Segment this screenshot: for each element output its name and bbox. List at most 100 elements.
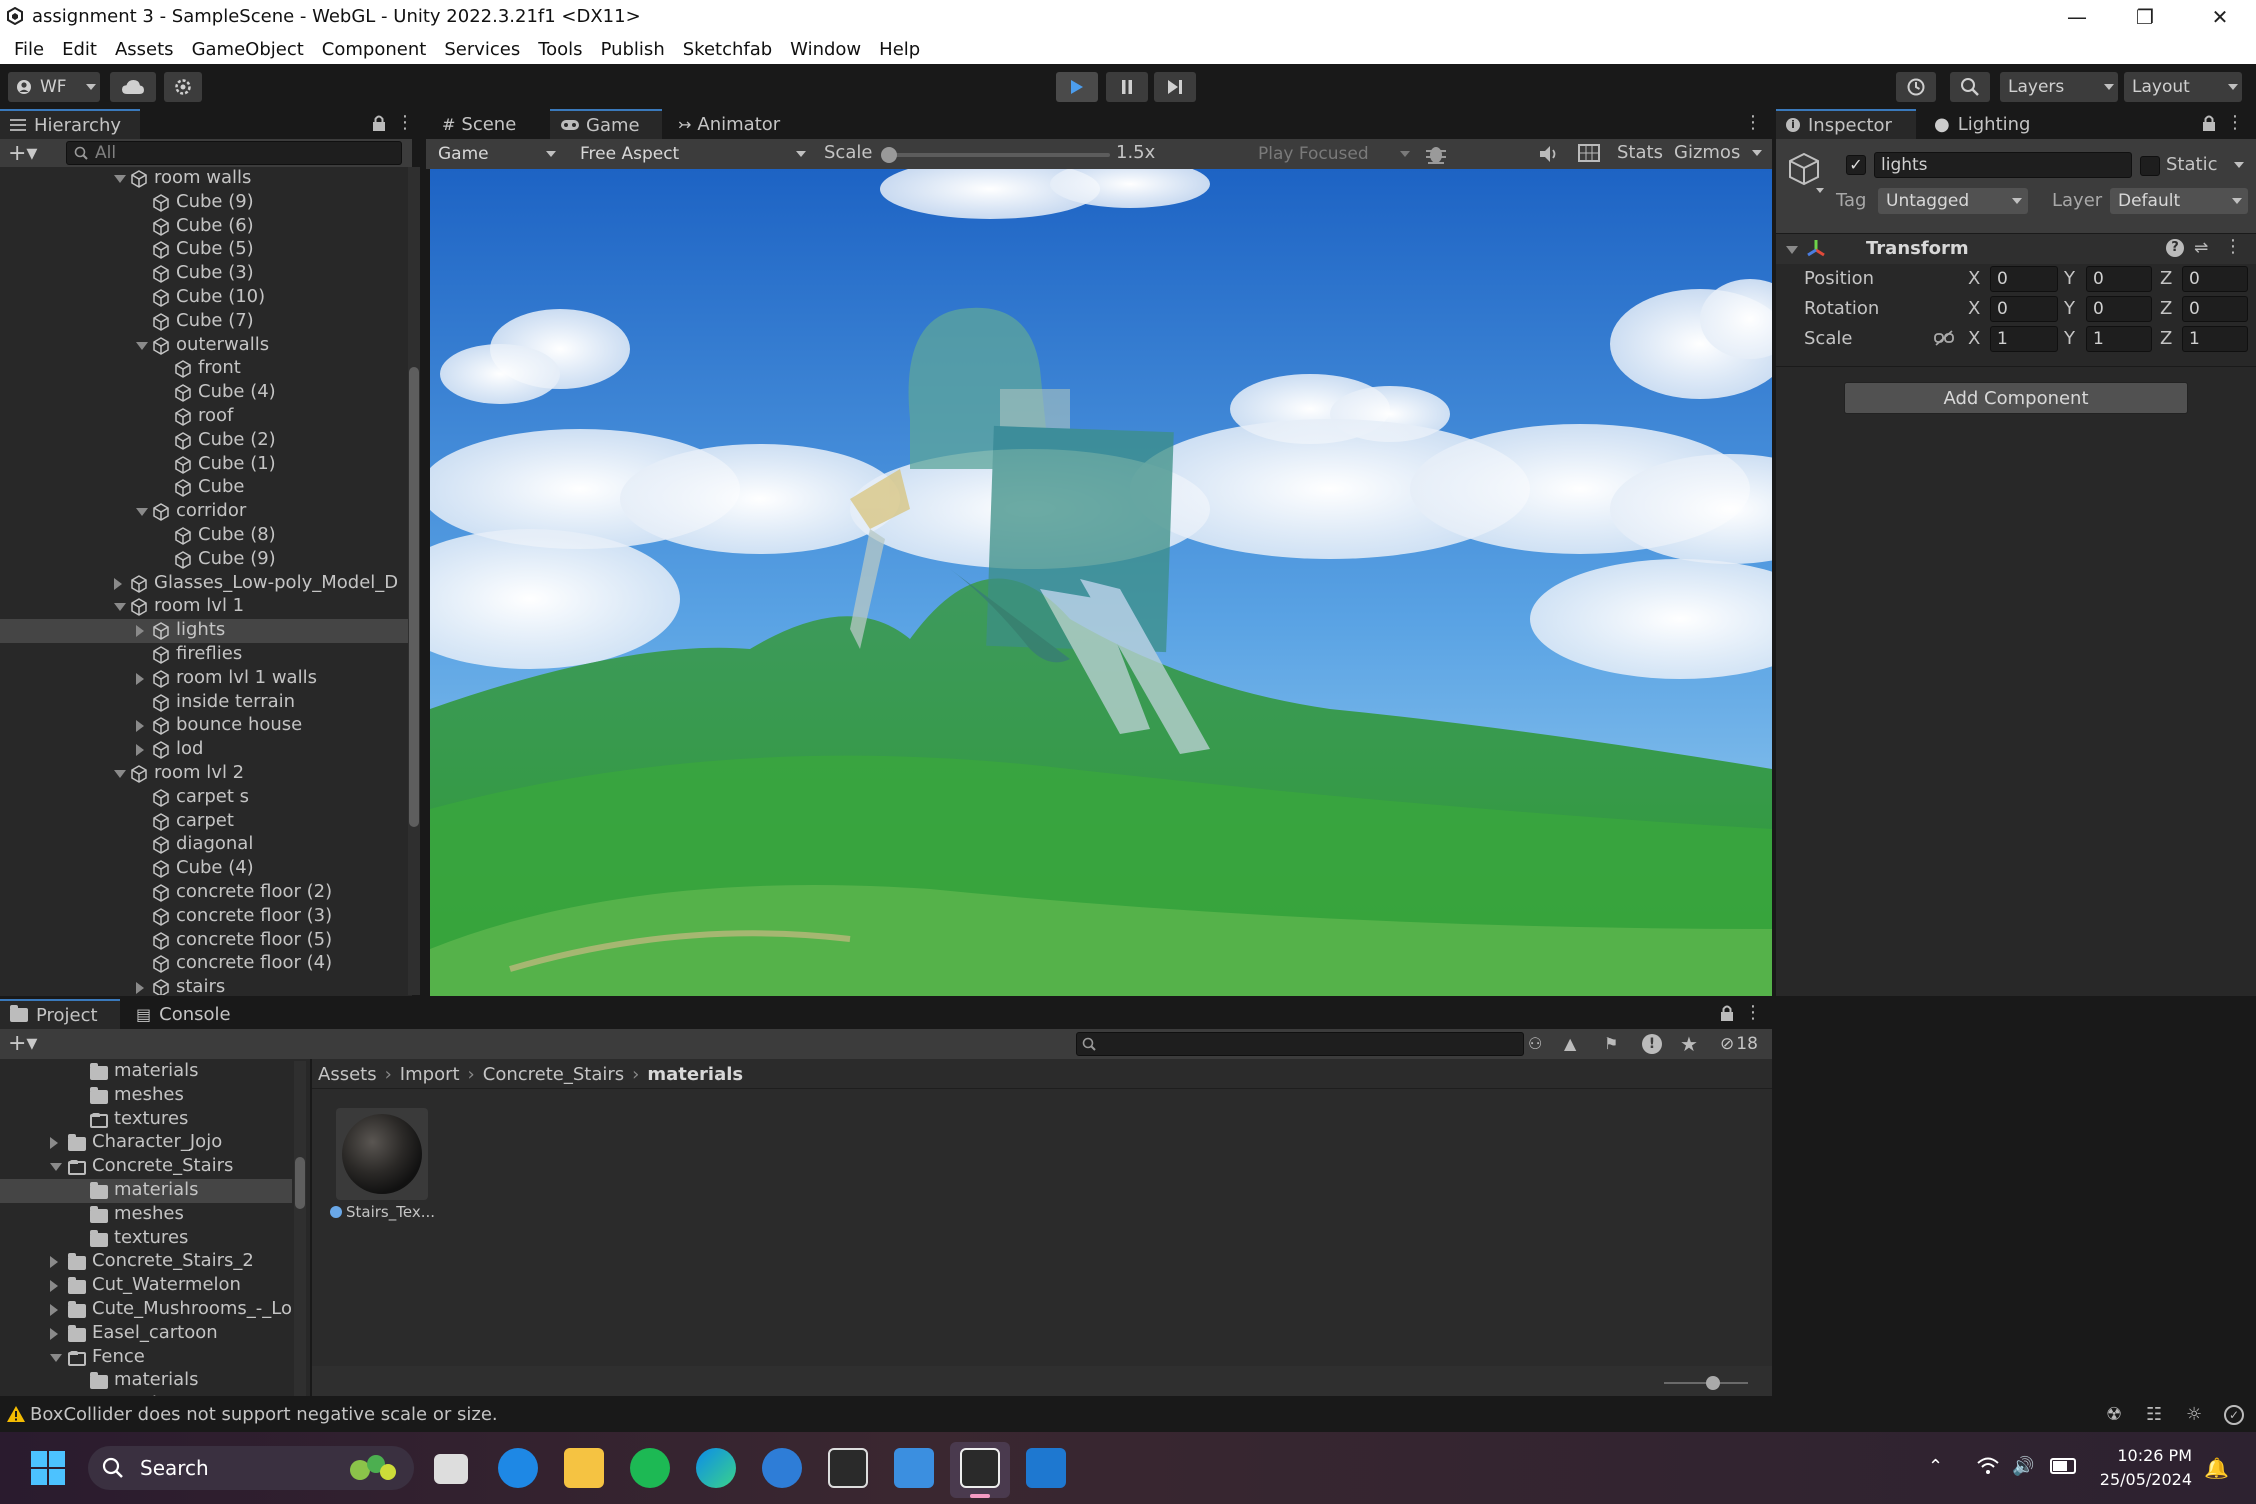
project-folder-item[interactable]: textures xyxy=(0,1108,292,1132)
add-component-button[interactable]: Add Component xyxy=(1844,382,2188,414)
collapse-arrow-icon[interactable] xyxy=(50,1327,58,1340)
lock-icon[interactable] xyxy=(2202,114,2216,132)
hierarchy-item[interactable]: Cube (3) xyxy=(0,262,408,286)
project-folder-item[interactable]: Cute_Mushrooms_-_Lo xyxy=(0,1298,292,1322)
hierarchy-item[interactable]: lights xyxy=(0,619,408,644)
pause-button[interactable] xyxy=(1106,72,1148,102)
menu-services[interactable]: Services xyxy=(444,39,520,60)
hierarchy-item[interactable]: front xyxy=(0,357,408,381)
hierarchy-item[interactable]: roof xyxy=(0,405,408,429)
icon-size-slider[interactable] xyxy=(1664,1376,1748,1390)
scale-x-field[interactable]: 1 xyxy=(1990,326,2058,352)
history-button[interactable] xyxy=(1896,72,1936,102)
expand-arrow-icon[interactable] xyxy=(136,508,148,517)
constrain-proportions-icon[interactable] xyxy=(1934,330,1954,346)
project-folder-item[interactable]: meshes xyxy=(0,1084,292,1108)
project-tree-scrollbar[interactable] xyxy=(294,1061,306,1396)
checkmark-icon[interactable]: ✓ xyxy=(2224,1405,2244,1425)
hierarchy-item[interactable]: room lvl 1 xyxy=(0,595,408,619)
breadcrumb-import[interactable]: Import xyxy=(400,1064,460,1085)
layer-dropdown[interactable]: Default xyxy=(2110,188,2248,214)
windows-start-icon[interactable] xyxy=(30,1450,66,1486)
menu-help[interactable]: Help xyxy=(879,39,920,60)
project-folder-item[interactable]: materials xyxy=(0,1060,292,1084)
step-button[interactable] xyxy=(1154,72,1196,102)
breadcrumb-assets[interactable]: Assets xyxy=(318,1064,377,1085)
hierarchy-item[interactable]: concrete floor (5) xyxy=(0,929,408,953)
notepad-icon[interactable] xyxy=(894,1448,934,1488)
menu-sketchfab[interactable]: Sketchfab xyxy=(683,39,772,60)
collapse-arrow-icon[interactable] xyxy=(50,1256,58,1269)
aspect-dropdown[interactable]: Free Aspect xyxy=(572,141,812,167)
settings-app-icon[interactable] xyxy=(498,1448,538,1488)
task-view-icon[interactable] xyxy=(434,1454,468,1484)
menu-tools[interactable]: Tools xyxy=(538,39,582,60)
favorite-icon[interactable]: ★ xyxy=(1680,1032,1702,1056)
hierarchy-item[interactable]: room lvl 1 walls xyxy=(0,667,408,691)
hierarchy-item[interactable]: carpet s xyxy=(0,786,408,810)
expand-arrow-icon[interactable] xyxy=(114,603,126,612)
hierarchy-item[interactable]: Cube (9) xyxy=(0,191,408,215)
hierarchy-item[interactable]: Cube xyxy=(0,476,408,500)
file-explorer-icon[interactable] xyxy=(564,1448,604,1488)
play-button[interactable] xyxy=(1056,72,1098,102)
hierarchy-item[interactable]: room lvl 2 xyxy=(0,762,408,786)
display-dropdown[interactable]: Game xyxy=(430,141,562,167)
material-asset-thumbnail[interactable] xyxy=(336,1108,428,1200)
battery-icon[interactable] xyxy=(2050,1458,2076,1474)
layers-dropdown[interactable]: Layers xyxy=(2000,72,2118,102)
collapse-arrow-icon[interactable] xyxy=(136,625,144,638)
tab-animator[interactable]: ↣ Animator xyxy=(668,109,790,139)
filter-icon[interactable]: ▲ xyxy=(1564,1034,1584,1054)
hierarchy-item[interactable]: concrete floor (2) xyxy=(0,881,408,905)
grid-icon[interactable] xyxy=(1578,144,1600,164)
hierarchy-item[interactable]: Cube (10) xyxy=(0,286,408,310)
bug-icon[interactable] xyxy=(1424,143,1450,165)
material-asset-label[interactable]: Stairs_Tex... xyxy=(330,1203,435,1221)
tab-inspector[interactable]: i Inspector xyxy=(1776,109,1916,139)
transform-header[interactable] xyxy=(1776,234,2256,264)
play-focused-dropdown[interactable]: Play Focused xyxy=(1250,141,1416,167)
spotify-icon[interactable] xyxy=(630,1448,670,1488)
breadcrumb-concrete-stairs[interactable]: Concrete_Stairs xyxy=(483,1064,624,1085)
restore-button[interactable]: ❐ xyxy=(2111,0,2179,34)
gizmos-button[interactable]: Gizmos xyxy=(1674,142,1740,163)
hierarchy-item[interactable]: fireflies xyxy=(0,643,408,667)
create-asset-button[interactable]: +▾ xyxy=(8,1031,37,1056)
taskbar-date[interactable]: 25/05/2024 xyxy=(2094,1470,2192,1489)
project-folder-item[interactable]: materials xyxy=(0,1369,292,1393)
tab-hierarchy[interactable]: Hierarchy xyxy=(0,109,140,139)
hierarchy-item[interactable]: Cube (4) xyxy=(0,857,408,881)
hierarchy-search-input[interactable]: All xyxy=(66,141,402,165)
scrollbar-thumb[interactable] xyxy=(409,367,419,827)
hierarchy-item[interactable]: Cube (9) xyxy=(0,548,408,572)
scale-y-field[interactable]: 1 xyxy=(2086,326,2152,352)
tab-scene[interactable]: # Scene xyxy=(432,109,526,139)
gizmos-caret-icon[interactable] xyxy=(1752,150,1762,156)
hierarchy-item[interactable]: concrete floor (4) xyxy=(0,952,408,976)
menu-component[interactable]: Component xyxy=(322,39,427,60)
rotation-x-field[interactable]: 0 xyxy=(1990,296,2058,322)
unity-editor-icon[interactable] xyxy=(960,1448,1000,1488)
hierarchy-item[interactable]: bounce house xyxy=(0,714,408,738)
signal-app-icon[interactable] xyxy=(762,1448,802,1488)
hierarchy-item[interactable]: diagonal xyxy=(0,833,408,857)
close-button[interactable]: ✕ xyxy=(2186,0,2254,34)
collab-button[interactable] xyxy=(164,72,202,102)
hierarchy-item[interactable]: stairs xyxy=(0,976,408,995)
kebab-menu-icon[interactable]: ⋮ xyxy=(2224,236,2242,258)
cloud-button[interactable] xyxy=(110,72,156,102)
project-folder-item[interactable]: Cut_Watermelon xyxy=(0,1274,292,1298)
project-folder-item[interactable]: materials xyxy=(0,1179,292,1203)
collapse-arrow-icon[interactable] xyxy=(50,1304,58,1316)
menu-assets[interactable]: Assets xyxy=(115,39,174,60)
account-dropdown[interactable]: WF xyxy=(8,72,100,102)
unity-hub-icon[interactable] xyxy=(828,1448,868,1488)
hierarchy-item[interactable]: Cube (7) xyxy=(0,310,408,334)
static-caret-icon[interactable] xyxy=(2234,162,2244,168)
menu-file[interactable]: File xyxy=(14,39,44,60)
hierarchy-item[interactable]: Cube (2) xyxy=(0,429,408,453)
lock-icon[interactable] xyxy=(1720,1004,1734,1022)
scale-z-field[interactable]: 1 xyxy=(2182,326,2248,352)
hierarchy-item[interactable]: Cube (8) xyxy=(0,524,408,548)
